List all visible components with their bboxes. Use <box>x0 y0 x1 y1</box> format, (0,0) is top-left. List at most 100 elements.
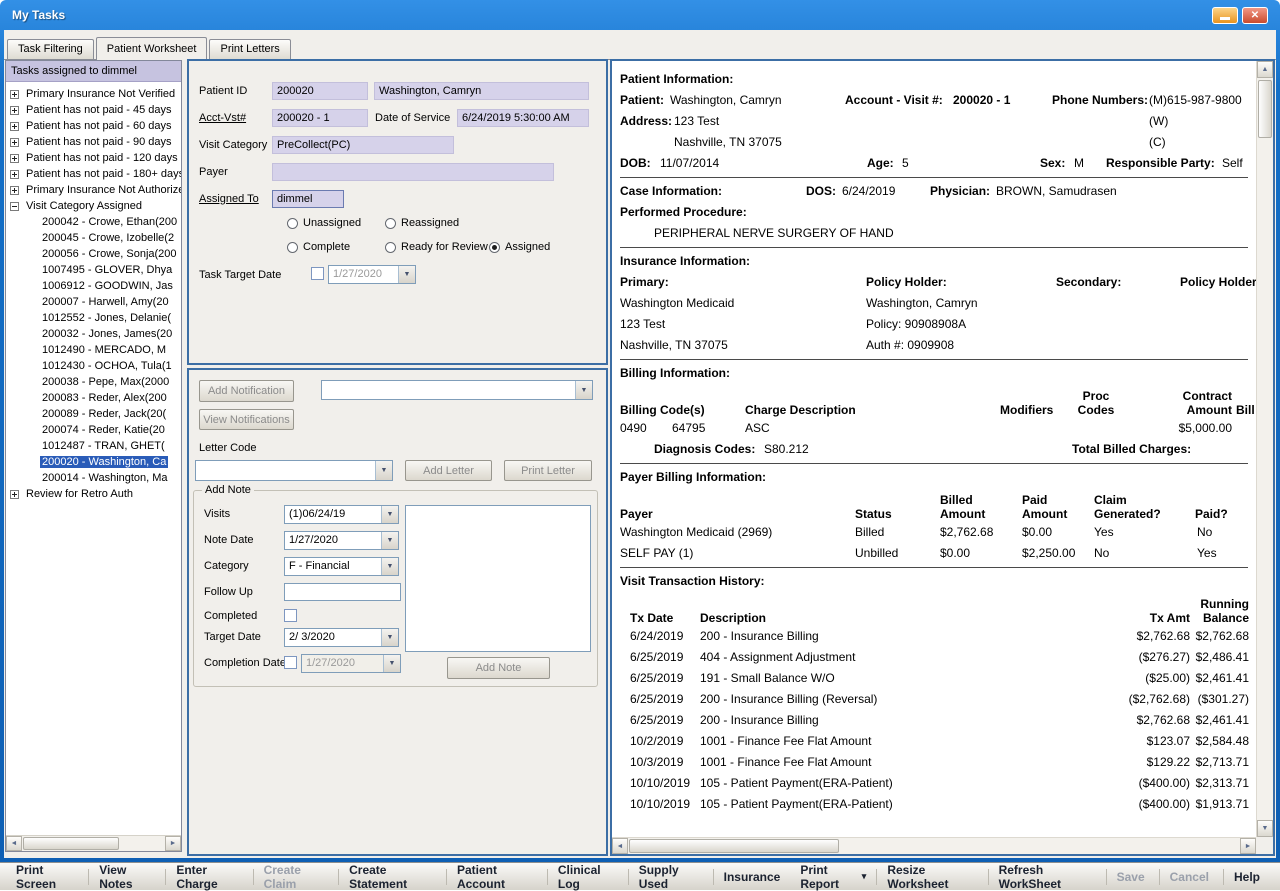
scrollbar-thumb[interactable] <box>1258 80 1272 138</box>
dropdown-arrow-icon[interactable]: ▼ <box>381 506 398 523</box>
tree-item-visit[interactable]: 200083 - Reder, Alex(200 <box>6 390 181 406</box>
scroll-up-button[interactable]: ▲ <box>1257 61 1273 78</box>
tree-item-visit[interactable]: 1012430 - OCHOA, Tula(1 <box>6 358 181 374</box>
add-letter-button[interactable]: Add Letter <box>405 460 492 481</box>
calendar-dropdown-icon[interactable]: ▼ <box>381 629 398 646</box>
expand-icon[interactable] <box>10 138 19 147</box>
tree-item-visit[interactable]: 1006912 - GOODWIN, Jas <box>6 278 181 294</box>
tree-item[interactable]: Patient has not paid - 60 days <box>6 118 181 134</box>
close-button[interactable]: ✕ <box>1242 7 1268 24</box>
dropdown-arrow-icon[interactable]: ▼ <box>575 381 592 399</box>
assigned-to-link[interactable]: Assigned To <box>199 193 259 205</box>
tree-item-visit[interactable]: 1012490 - MERCADO, M <box>6 342 181 358</box>
expand-icon[interactable] <box>10 154 19 163</box>
expand-icon[interactable] <box>10 186 19 195</box>
tree-item[interactable]: Patient has not paid - 120 days <box>6 150 181 166</box>
scrollbar-track[interactable] <box>22 836 165 851</box>
assigned-to-field[interactable]: dimmel <box>272 190 344 208</box>
info-horizontal-scrollbar[interactable]: ◄ ► <box>612 837 1256 854</box>
expand-icon[interactable] <box>10 170 19 179</box>
acct-vst-field[interactable]: 200020 - 1 <box>272 109 368 127</box>
tree-item[interactable]: Primary Insurance Not Verified <box>6 86 181 102</box>
tree-item[interactable]: Primary Insurance Not Authorized <box>6 182 181 198</box>
target-date-picker[interactable]: 2/ 3/2020 ▼ <box>284 628 399 647</box>
status-button[interactable]: Help <box>1224 869 1274 885</box>
tree-item-visit[interactable]: 1012487 - TRAN, GHET( <box>6 438 181 454</box>
radio-complete[interactable] <box>287 242 298 253</box>
tree-item[interactable]: Patient has not paid - 45 days <box>6 102 181 118</box>
patient-name-field[interactable]: Washington, Camryn <box>374 82 589 100</box>
status-button[interactable]: Resize Worksheet <box>877 869 988 885</box>
expand-icon[interactable] <box>10 490 19 499</box>
scroll-down-button[interactable]: ▼ <box>1257 820 1273 837</box>
status-button[interactable]: Create Claim <box>254 869 340 885</box>
calendar-dropdown-icon[interactable]: ▼ <box>383 655 400 672</box>
add-notification-button[interactable]: Add Notification <box>199 380 294 402</box>
status-button[interactable]: Create Statement <box>339 869 447 885</box>
tree-item-visit[interactable]: 200038 - Pepe, Max(2000 <box>6 374 181 390</box>
status-button[interactable]: Patient Account <box>447 869 548 885</box>
tree-item-visit[interactable]: 200074 - Reder, Katie(20 <box>6 422 181 438</box>
status-button[interactable]: Enter Charge <box>166 869 253 885</box>
task-target-date-checkbox[interactable] <box>311 267 324 280</box>
collapse-icon[interactable] <box>10 202 19 211</box>
tree-item-visit[interactable]: 1007495 - GLOVER, Dhya <box>6 262 181 278</box>
note-date-picker[interactable]: 1/27/2020 ▼ <box>284 531 399 550</box>
status-button[interactable]: Save <box>1107 869 1160 885</box>
tree-item[interactable]: Patient has not paid - 90 days <box>6 134 181 150</box>
tab-task-filtering[interactable]: Task Filtering <box>7 39 94 59</box>
expand-icon[interactable] <box>10 106 19 115</box>
status-button[interactable]: Print Report ▾ <box>790 869 877 885</box>
status-button[interactable]: Print Screen <box>6 869 89 885</box>
radio-ready-for-review[interactable] <box>385 242 396 253</box>
letter-code-select[interactable]: ▼ <box>195 460 393 481</box>
dropdown-arrow-icon[interactable]: ▼ <box>398 266 415 283</box>
status-button[interactable]: Supply Used <box>629 869 714 885</box>
payer-field[interactable] <box>272 163 554 181</box>
date-of-service-field[interactable]: 6/24/2019 5:30:00 AM <box>457 109 589 127</box>
calendar-dropdown-icon[interactable]: ▼ <box>381 532 398 549</box>
status-button[interactable]: Insurance <box>714 869 791 885</box>
category-select[interactable]: F - Financial ▼ <box>284 557 399 576</box>
minimize-button[interactable] <box>1212 7 1238 24</box>
dropdown-arrow-icon[interactable]: ▼ <box>381 558 398 575</box>
expand-icon[interactable] <box>10 90 19 99</box>
follow-up-input[interactable] <box>284 583 401 601</box>
notification-select[interactable]: ▼ <box>321 380 593 400</box>
status-button[interactable]: Refresh WorkSheet <box>989 869 1107 885</box>
expand-icon[interactable] <box>10 122 19 131</box>
note-text-area[interactable] <box>405 505 591 652</box>
tree-item[interactable]: Patient has not paid - 180+ days <box>6 166 181 182</box>
scroll-right-button[interactable]: ► <box>165 836 181 851</box>
scrollbar-thumb[interactable] <box>23 837 119 850</box>
tree-item-visit[interactable]: 200032 - Jones, James(20 <box>6 326 181 342</box>
add-note-button[interactable]: Add Note <box>447 657 550 679</box>
scroll-left-button[interactable]: ◄ <box>6 836 22 851</box>
tree-item-visit[interactable]: 200089 - Reder, Jack(20( <box>6 406 181 422</box>
scrollbar-track[interactable] <box>1257 78 1273 820</box>
visits-select[interactable]: (1)06/24/19 ▼ <box>284 505 399 524</box>
acct-vst-link[interactable]: Acct-Vst# <box>199 112 246 124</box>
scroll-left-button[interactable]: ◄ <box>612 838 628 854</box>
task-target-date-picker[interactable]: 1/27/2020 ▼ <box>328 265 416 284</box>
print-letter-button[interactable]: Print Letter <box>504 460 592 481</box>
status-button[interactable]: Clinical Log <box>548 869 629 885</box>
tab-print-letters[interactable]: Print Letters <box>209 39 290 59</box>
sidebar-horizontal-scrollbar[interactable]: ◄ ► <box>6 835 181 851</box>
radio-unassigned[interactable] <box>287 218 298 229</box>
tree-item[interactable]: Review for Retro Auth <box>6 486 181 502</box>
tree-item-visit[interactable]: 200042 - Crowe, Ethan(200 <box>6 214 181 230</box>
radio-assigned[interactable] <box>489 242 500 253</box>
tree-item-visit[interactable]: 200020 - Washington, Ca <box>6 454 181 470</box>
completion-date-checkbox[interactable] <box>284 656 297 669</box>
tree-item-visit[interactable]: 1012552 - Jones, Delanie( <box>6 310 181 326</box>
tree-item-visit[interactable]: 200056 - Crowe, Sonja(200 <box>6 246 181 262</box>
radio-reassigned[interactable] <box>385 218 396 229</box>
scroll-right-button[interactable]: ► <box>1240 838 1256 854</box>
dropdown-arrow-icon[interactable]: ▼ <box>375 461 392 480</box>
tree-item-visit[interactable]: 200007 - Harwell, Amy(20 <box>6 294 181 310</box>
completion-date-picker[interactable]: 1/27/2020 ▼ <box>301 654 401 673</box>
tree-item-visit[interactable]: 200045 - Crowe, Izobelle(2 <box>6 230 181 246</box>
status-button[interactable]: Cancel <box>1160 869 1224 885</box>
tree-item-visit-category-assigned[interactable]: Visit Category Assigned <box>6 198 181 214</box>
